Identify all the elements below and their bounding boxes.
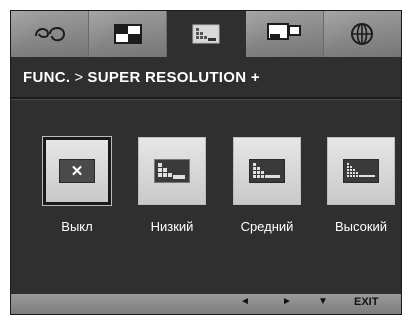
left-arrow-button[interactable]: ◄ <box>240 296 250 307</box>
option-off-button[interactable]: ✕ <box>42 136 112 206</box>
dual-screen-icon <box>267 23 302 40</box>
option-high-label: Высокий <box>334 219 388 234</box>
language-globe-icon <box>351 23 374 45</box>
option-high-button[interactable] <box>327 137 395 205</box>
low-level-icon <box>154 159 190 183</box>
super-resolution-icon <box>192 24 220 44</box>
tab-func[interactable] <box>167 11 246 57</box>
medium-level-icon <box>249 159 285 183</box>
option-medium-label: Средний <box>240 219 294 234</box>
tab-language[interactable] <box>323 11 401 57</box>
menu-tabs <box>11 11 401 57</box>
page-title: FUNC. > SUPER RESOLUTION + <box>23 69 260 86</box>
bottom-nav-bar: ◄ ► ▼ EXIT <box>11 294 401 314</box>
option-low-button[interactable] <box>138 137 206 205</box>
eco-icon <box>34 27 65 42</box>
title-separator: > <box>74 69 84 86</box>
off-x-icon: ✕ <box>59 159 95 183</box>
high-level-icon <box>343 159 379 183</box>
exit-button[interactable]: EXIT <box>354 296 378 308</box>
down-arrow-button[interactable]: ▼ <box>318 296 328 307</box>
picture-mode-icon <box>113 24 142 44</box>
option-medium-button[interactable] <box>233 137 301 205</box>
title-prefix: FUNC. <box>23 69 71 86</box>
title-section: SUPER RESOLUTION + <box>87 69 260 86</box>
osd-window: FUNC.>SUPER RESOLUTION + ✕ Выкл Низкий <box>10 10 402 315</box>
tab-dual[interactable] <box>245 11 324 57</box>
right-arrow-button[interactable]: ► <box>282 296 292 307</box>
title-divider <box>11 97 401 100</box>
option-low-label: Низкий <box>150 219 194 234</box>
tab-picture[interactable] <box>89 11 168 57</box>
tab-eco[interactable] <box>11 11 90 57</box>
option-off-label: Выкл <box>61 219 93 234</box>
